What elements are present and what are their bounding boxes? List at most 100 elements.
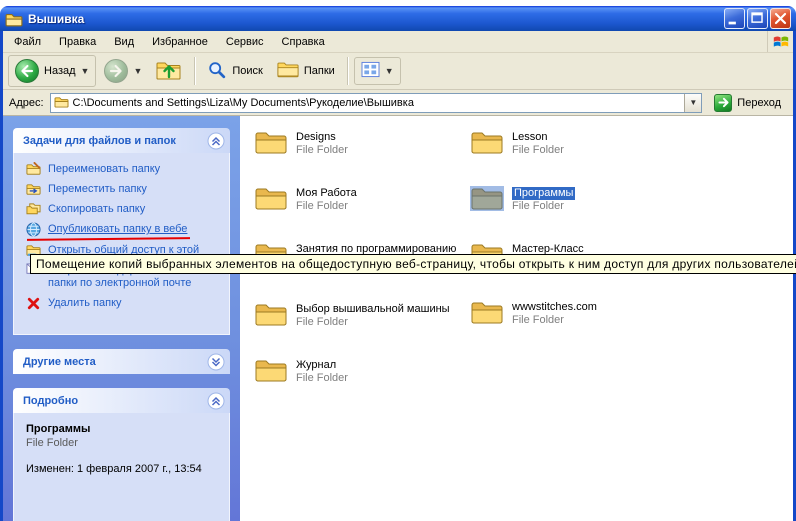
file-name: Моя Работа [296, 187, 357, 200]
task-label: Скопировать папку [48, 203, 145, 216]
tasks-panel-body: Переименовать папку Переместить папку [13, 153, 230, 335]
file-name: Журнал [296, 359, 336, 372]
task-label: Переместить папку [48, 183, 147, 196]
details-panel: Подробно Программы File Folder Изменен: … [13, 388, 230, 521]
file-type: File Folder [296, 144, 348, 157]
chevron-up-icon[interactable] [207, 132, 225, 150]
task-copy-folder[interactable]: Скопировать папку [26, 203, 223, 216]
address-dropdown-button[interactable]: ▼ [684, 94, 701, 112]
other-places-panel: Другие места [13, 349, 230, 374]
back-dropdown-arrow[interactable]: ▼ [81, 66, 90, 76]
address-input[interactable]: C:\Documents and Settings\Liza\My Docume… [50, 93, 703, 113]
file-list: DesignsFile Folder Моя РаботаFile Folder… [240, 116, 793, 521]
toolbar-separator [194, 57, 195, 85]
task-label: Удалить папку [48, 297, 122, 310]
file-item-moya-rabota[interactable]: Моя РаботаFile Folder [254, 184, 357, 213]
folder-icon [470, 298, 504, 326]
folder-icon [254, 184, 288, 212]
file-item-programmy[interactable]: ПрограммыFile Folder [470, 184, 575, 213]
search-icon [207, 60, 227, 83]
up-button[interactable] [150, 56, 188, 87]
views-icon [361, 61, 380, 81]
tasks-panel-title: Задачи для файлов и папок [23, 135, 176, 147]
title-bar: Вышивка [0, 6, 796, 31]
task-pane: Задачи для файлов и папок Переименовать … [3, 116, 240, 521]
chevron-up-icon[interactable] [207, 392, 225, 410]
file-name: Lesson [512, 131, 547, 144]
go-arrow-icon [714, 94, 732, 112]
other-places-header[interactable]: Другие места [13, 349, 230, 374]
menu-help[interactable]: Справка [273, 33, 334, 51]
delete-icon [26, 296, 41, 311]
main-area: Задачи для файлов и папок Переименовать … [3, 116, 793, 521]
explorer-window: Вышивка Файл Правка Вид Избранное Сервис… [0, 0, 796, 521]
minimize-button[interactable] [724, 8, 745, 29]
close-button[interactable] [770, 8, 791, 29]
details-body: Программы File Folder Изменен: 1 февраля… [13, 413, 230, 521]
window-folder-icon [5, 11, 23, 27]
menu-tools[interactable]: Сервис [217, 33, 273, 51]
maximize-button[interactable] [747, 8, 768, 29]
search-button[interactable]: Поиск [201, 57, 268, 86]
details-header[interactable]: Подробно [13, 388, 230, 413]
window-frame: Файл Правка Вид Избранное Сервис Справка [0, 31, 796, 521]
folder-icon-selected [470, 184, 504, 212]
task-label: Переименовать папку [48, 163, 160, 176]
task-delete-folder[interactable]: Удалить папку [26, 297, 223, 311]
views-button[interactable]: ▼ [354, 57, 401, 85]
folders-icon [277, 60, 299, 82]
back-label: Назад [44, 65, 76, 77]
file-type: File Folder [296, 200, 357, 213]
file-name: Designs [296, 131, 336, 144]
go-button[interactable]: Переход [708, 92, 787, 114]
file-item-designs[interactable]: DesignsFile Folder [254, 128, 348, 157]
window-controls [724, 8, 791, 29]
file-type: File Folder [512, 314, 597, 327]
maximize-icon [748, 8, 767, 29]
menu-favorites[interactable]: Избранное [143, 33, 217, 51]
task-label: Опубликовать папку в вебе [48, 223, 187, 236]
address-label: Адрес: [9, 97, 44, 109]
close-icon [771, 8, 790, 29]
menu-file[interactable]: Файл [5, 33, 50, 51]
folder-icon [254, 356, 288, 384]
details-folder-type: File Folder [26, 437, 223, 449]
task-publish-folder-to-web[interactable]: Опубликовать папку в вебе [26, 223, 223, 237]
folder-icon [254, 300, 288, 328]
go-label: Переход [737, 97, 781, 109]
toolbar-separator [347, 57, 348, 85]
chevron-down-icon[interactable] [207, 353, 225, 371]
forward-dropdown-arrow[interactable]: ▼ [133, 66, 142, 76]
back-button[interactable]: Назад ▼ [8, 55, 96, 87]
file-name: Выбор вышивальной машины [296, 303, 450, 316]
forward-button[interactable]: ▼ [98, 56, 148, 86]
details-folder-name: Программы [26, 423, 223, 435]
address-path: C:\Documents and Settings\Liza\My Docume… [73, 97, 681, 109]
menu-view[interactable]: Вид [105, 33, 143, 51]
folders-button[interactable]: Папки [271, 57, 341, 85]
address-folder-icon [54, 95, 69, 111]
details-modified-date: Изменен: 1 февраля 2007 г., 13:54 [26, 463, 223, 475]
file-item-zhurnal[interactable]: ЖурналFile Folder [254, 356, 348, 385]
file-name: wwwstitches.com [512, 301, 597, 314]
task-move-folder[interactable]: Переместить папку [26, 183, 223, 196]
task-rename-folder[interactable]: Переименовать папку [26, 163, 223, 176]
up-folder-icon [156, 59, 182, 84]
other-places-title: Другие места [23, 356, 96, 368]
window-title: Вышивка [28, 12, 724, 26]
menu-bar: Файл Правка Вид Избранное Сервис Справка [3, 31, 793, 53]
annotation-underline [27, 237, 190, 241]
copy-folder-icon [26, 202, 41, 215]
rename-folder-icon [26, 162, 41, 175]
file-item-wwwstitches[interactable]: wwwstitches.comFile Folder [470, 298, 597, 327]
address-bar: Адрес: C:\Documents and Settings\Liza\My… [3, 90, 793, 116]
menu-edit[interactable]: Правка [50, 33, 105, 51]
file-item-lesson[interactable]: LessonFile Folder [470, 128, 564, 157]
back-icon [15, 59, 39, 83]
tasks-panel-header[interactable]: Задачи для файлов и папок [13, 128, 230, 153]
folder-icon [470, 128, 504, 156]
views-dropdown-arrow[interactable]: ▼ [385, 66, 394, 76]
file-item-vybor-mashiny[interactable]: Выбор вышивальной машиныFile Folder [254, 300, 450, 329]
file-type: File Folder [512, 200, 575, 213]
file-type: File Folder [296, 372, 348, 385]
